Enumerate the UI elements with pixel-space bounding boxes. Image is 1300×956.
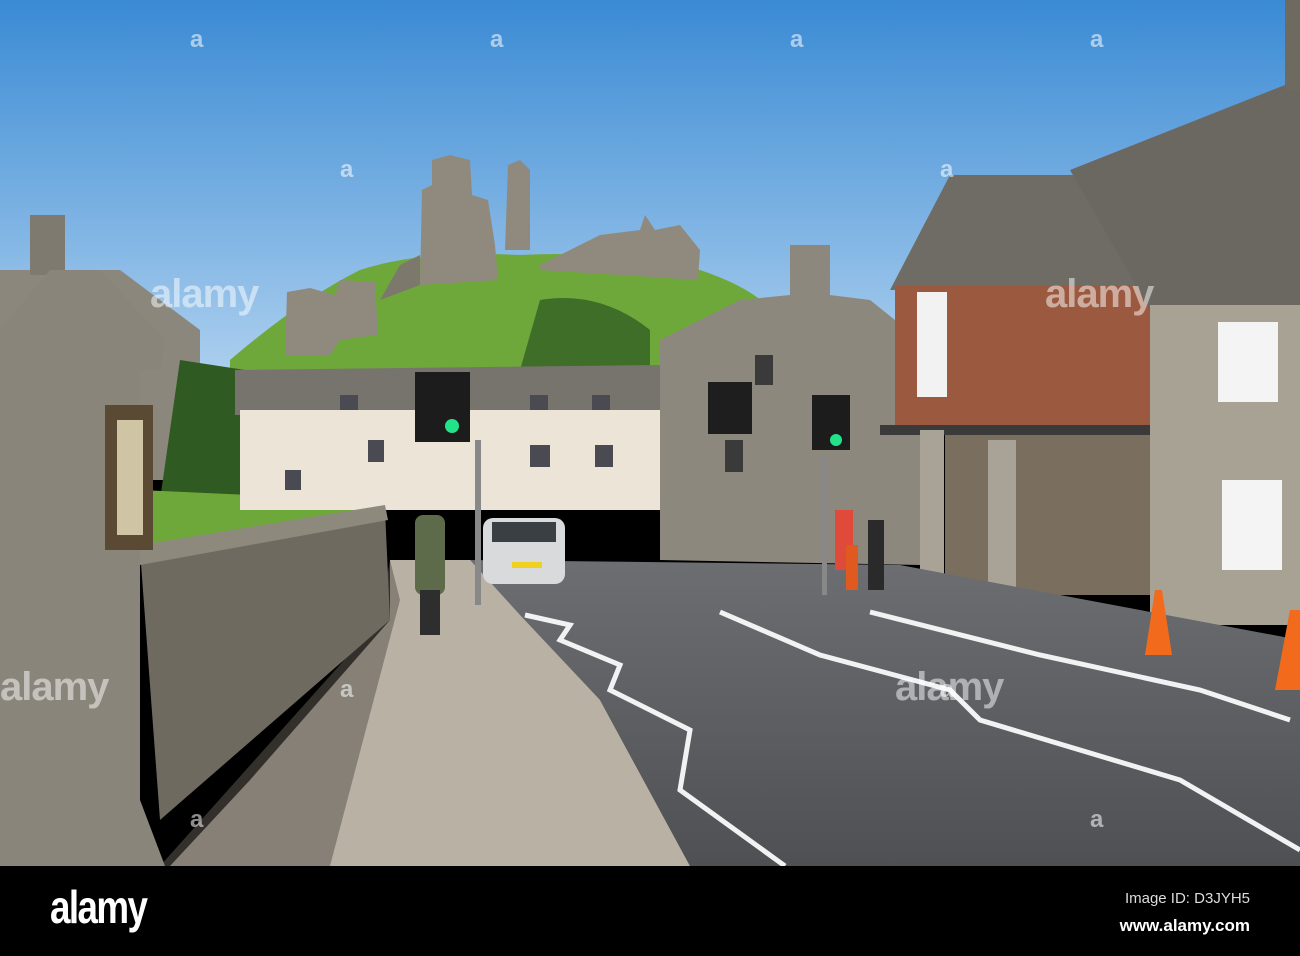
gate-pillar — [0, 270, 165, 866]
watermark-wordmark: alamy — [1045, 272, 1154, 316]
watermark-mark: a — [190, 26, 204, 53]
watermark-mark: a — [190, 806, 204, 833]
watermark-wordmark: alamy — [895, 665, 1004, 709]
image-id: Image ID: D3JYH5 — [1124, 890, 1250, 907]
watermark-mark: a — [490, 26, 504, 53]
watermark-mark: a — [1090, 806, 1104, 833]
footer-bar: alamy Image ID: D3JYH5 www.alamy.com — [0, 866, 1300, 956]
photo-stage: a a a a a a a a a a alamy alamy alamy al… — [0, 0, 1300, 956]
alamy-logo: alamy — [50, 881, 148, 933]
watermark-wordmark: alamy — [0, 665, 109, 709]
watermark-mark: a — [1090, 26, 1104, 53]
watermark-mark: a — [340, 676, 354, 703]
village-photo — [0, 0, 1300, 866]
site-url: www.alamy.com — [1119, 916, 1250, 935]
watermark-mark: a — [940, 156, 954, 183]
watermark-mark: a — [790, 26, 804, 53]
watermark-wordmark: alamy — [150, 272, 259, 316]
watermark-mark: a — [340, 156, 354, 183]
silver-car — [483, 518, 565, 584]
